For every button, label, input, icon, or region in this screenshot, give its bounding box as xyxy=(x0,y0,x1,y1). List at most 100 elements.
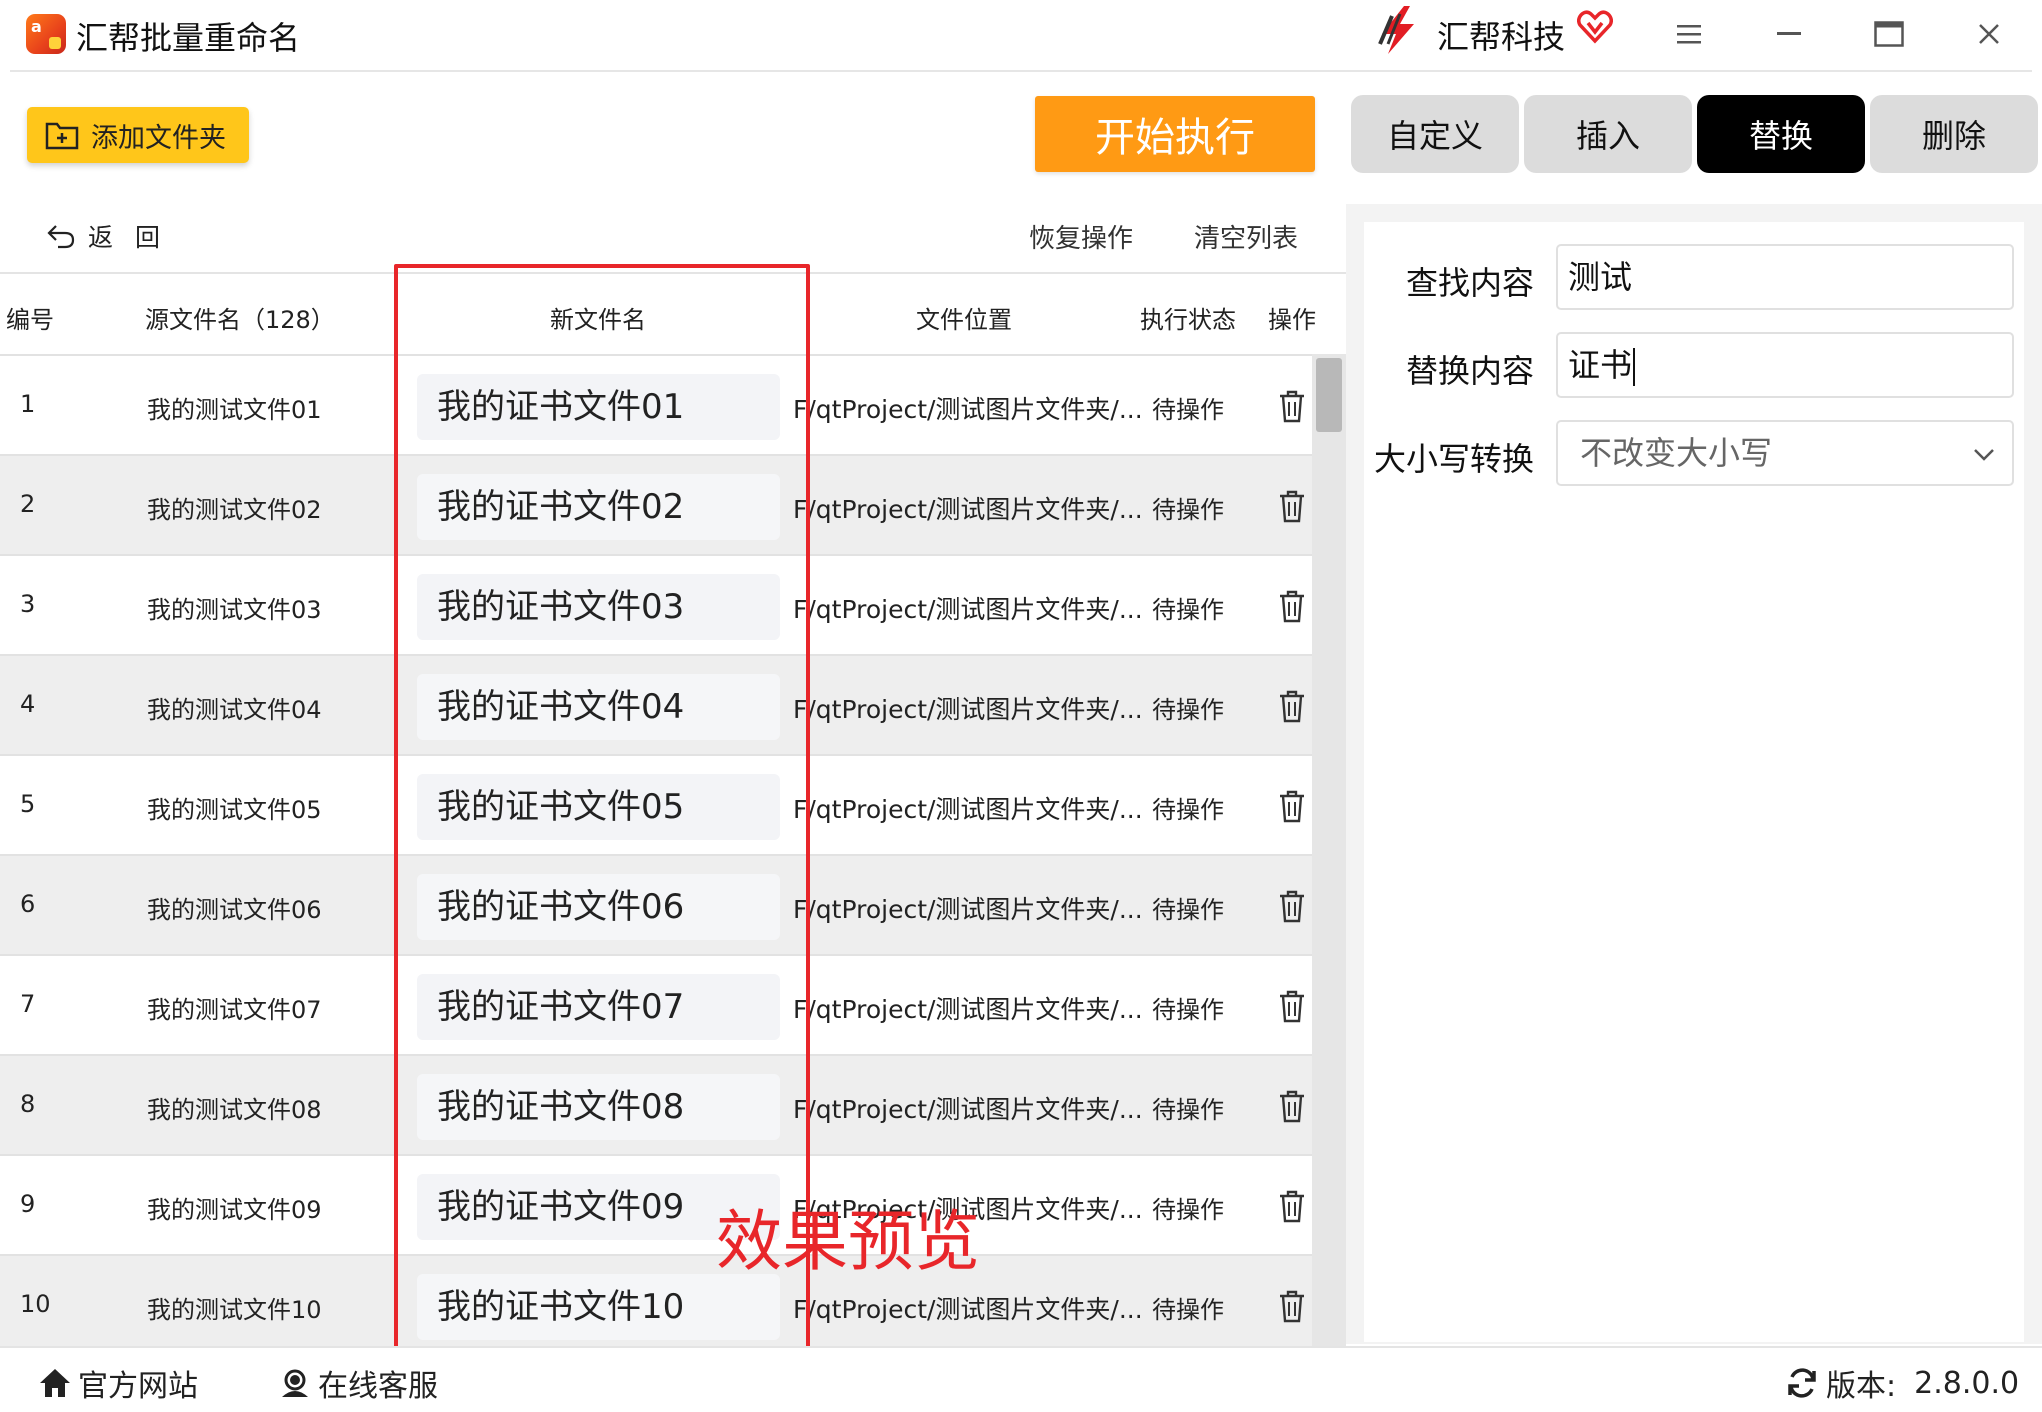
row-source-name: 我的测试文件02 xyxy=(147,496,322,524)
trash-icon[interactable] xyxy=(1276,388,1308,424)
clear-list-button[interactable]: 清空列表 xyxy=(1194,218,1298,255)
row-new-name-field[interactable]: 我的证书文件02 xyxy=(417,474,780,540)
trash-icon[interactable] xyxy=(1276,1288,1308,1324)
row-location: F/qtProject/测试图片文件夹/... xyxy=(793,895,1143,924)
tab-replace[interactable]: 替换 xyxy=(1697,95,1865,173)
row-new-name-field[interactable]: 我的证书文件05 xyxy=(417,774,780,840)
row-source-name: 我的测试文件05 xyxy=(147,796,322,824)
row-source-name: 我的测试文件10 xyxy=(147,1296,322,1324)
row-location: F/qtProject/测试图片文件夹/... xyxy=(793,1095,1143,1124)
close-icon[interactable] xyxy=(1966,14,2012,54)
row-num: 9 xyxy=(20,1190,36,1218)
minimize-icon[interactable] xyxy=(1766,14,1812,54)
headset-icon xyxy=(282,1369,308,1397)
footer-bar: 官方网站 在线客服 版本: 2.8.0.0 xyxy=(0,1346,2042,1412)
row-location: F/qtProject/测试图片文件夹/... xyxy=(793,595,1143,624)
row-status: 待操作 xyxy=(1152,1296,1224,1324)
menu-icon[interactable] xyxy=(1666,14,1712,54)
row-new-name-field[interactable]: 我的证书文件06 xyxy=(417,874,780,940)
version-value: 2.8.0.0 xyxy=(1914,1365,2020,1401)
row-location: F/qtProject/测试图片文件夹/... xyxy=(793,395,1143,424)
add-folder-button[interactable]: 添加文件夹 xyxy=(27,107,249,163)
header-num: 编号 xyxy=(6,306,54,334)
chevron-down-icon xyxy=(1974,449,1994,461)
table-row: 4 我的测试文件04 我的证书文件04 F/qtProject/测试图片文件夹/… xyxy=(0,654,1312,754)
trash-icon[interactable] xyxy=(1276,488,1308,524)
official-website-link[interactable]: 官方网站 xyxy=(38,1361,198,1405)
table-row: 7 我的测试文件07 我的证书文件07 F/qtProject/测试图片文件夹/… xyxy=(0,954,1312,1054)
row-location: F/qtProject/测试图片文件夹/... xyxy=(793,495,1143,524)
app-title: 汇帮批量重命名 xyxy=(76,19,301,57)
restore-button[interactable]: 恢复操作 xyxy=(1029,218,1133,255)
row-new-name-field[interactable]: 我的证书文件03 xyxy=(417,574,780,640)
row-source-name: 我的测试文件01 xyxy=(147,396,322,424)
tab-custom[interactable]: 自定义 xyxy=(1351,95,1519,173)
tab-insert[interactable]: 插入 xyxy=(1524,95,1692,173)
online-support-label: 在线客服 xyxy=(318,1369,438,1404)
trash-icon[interactable] xyxy=(1276,888,1308,924)
app-logo-letter: a xyxy=(31,17,42,36)
row-source-name: 我的测试文件04 xyxy=(147,696,322,724)
row-status: 待操作 xyxy=(1152,396,1224,424)
table-row: 3 我的测试文件03 我的证书文件03 F/qtProject/测试图片文件夹/… xyxy=(0,554,1312,654)
heart-vip-icon[interactable] xyxy=(1577,10,1613,44)
back-arrow-icon xyxy=(47,225,75,249)
row-num: 7 xyxy=(20,990,36,1018)
table-row: 10 我的测试文件10 我的证书文件10 F/qtProject/测试图片文件夹… xyxy=(0,1254,1312,1346)
trash-icon[interactable] xyxy=(1276,588,1308,624)
folder-add-icon xyxy=(45,122,79,150)
row-source-name: 我的测试文件08 xyxy=(147,1096,322,1124)
row-status: 待操作 xyxy=(1152,596,1224,624)
table-row: 5 我的测试文件05 我的证书文件05 F/qtProject/测试图片文件夹/… xyxy=(0,754,1312,854)
scrollbar-thumb[interactable] xyxy=(1316,358,1342,432)
row-new-name-field[interactable]: 我的证书文件01 xyxy=(417,374,780,440)
tab-delete[interactable]: 删除 xyxy=(1870,95,2038,173)
file-table: 1 我的测试文件01 我的证书文件01 F/qtProject/测试图片文件夹/… xyxy=(0,354,1312,1346)
start-button[interactable]: 开始执行 xyxy=(1035,96,1315,172)
brand-name: 汇帮科技 xyxy=(1437,18,1566,56)
row-new-name-field[interactable]: 我的证书文件04 xyxy=(417,674,780,740)
table-header: 编号 源文件名（128） 新文件名 文件位置 执行状态 操作 xyxy=(0,272,1346,354)
table-scrollbar[interactable] xyxy=(1312,354,1346,1346)
find-label: 查找内容 xyxy=(1406,264,1535,302)
back-button[interactable]: 返回 xyxy=(46,218,182,254)
trash-icon[interactable] xyxy=(1276,1088,1308,1124)
row-num: 5 xyxy=(20,790,36,818)
header-location: 文件位置 xyxy=(916,306,1012,334)
row-new-name-field[interactable]: 我的证书文件08 xyxy=(417,1074,780,1140)
find-input[interactable]: 测试 xyxy=(1556,244,2014,310)
table-row: 8 我的测试文件08 我的证书文件08 F/qtProject/测试图片文件夹/… xyxy=(0,1054,1312,1154)
refresh-icon[interactable] xyxy=(1786,1367,1818,1399)
replace-input-value: 证书 xyxy=(1568,346,1633,384)
table-row: 6 我的测试文件06 我的证书文件06 F/qtProject/测试图片文件夹/… xyxy=(0,854,1312,954)
title-bar: a 汇帮批量重命名 汇帮科技 xyxy=(0,0,2042,72)
header-new-name: 新文件名 xyxy=(550,306,646,334)
case-label: 大小写转换 xyxy=(1374,440,1535,478)
row-num: 4 xyxy=(20,690,36,718)
version-label: 版本: xyxy=(1826,1369,1897,1404)
row-location: F/qtProject/测试图片文件夹/... xyxy=(793,1295,1143,1324)
row-num: 10 xyxy=(20,1290,51,1318)
row-status: 待操作 xyxy=(1152,496,1224,524)
online-support-link[interactable]: 在线客服 xyxy=(278,1361,438,1405)
text-caret xyxy=(1633,348,1636,386)
row-source-name: 我的测试文件03 xyxy=(147,596,322,624)
case-select[interactable]: 不改变大小写 xyxy=(1556,420,2014,486)
row-num: 8 xyxy=(20,1090,36,1118)
row-new-name-field[interactable]: 我的证书文件07 xyxy=(417,974,780,1040)
row-location: F/qtProject/测试图片文件夹/... xyxy=(793,695,1143,724)
row-location: F/qtProject/测试图片文件夹/... xyxy=(793,795,1143,824)
row-status: 待操作 xyxy=(1152,1096,1224,1124)
row-num: 2 xyxy=(20,490,36,518)
replace-input[interactable]: 证书 xyxy=(1556,332,2014,398)
trash-icon[interactable] xyxy=(1276,688,1308,724)
trash-icon[interactable] xyxy=(1276,988,1308,1024)
header-status: 执行状态 xyxy=(1140,306,1236,334)
trash-icon[interactable] xyxy=(1276,1188,1308,1224)
trash-icon[interactable] xyxy=(1276,788,1308,824)
back-label: 返回 xyxy=(88,223,183,252)
maximize-icon[interactable] xyxy=(1866,14,1912,54)
row-status: 待操作 xyxy=(1152,1196,1224,1224)
row-num: 1 xyxy=(20,390,36,418)
row-num: 3 xyxy=(20,590,36,618)
